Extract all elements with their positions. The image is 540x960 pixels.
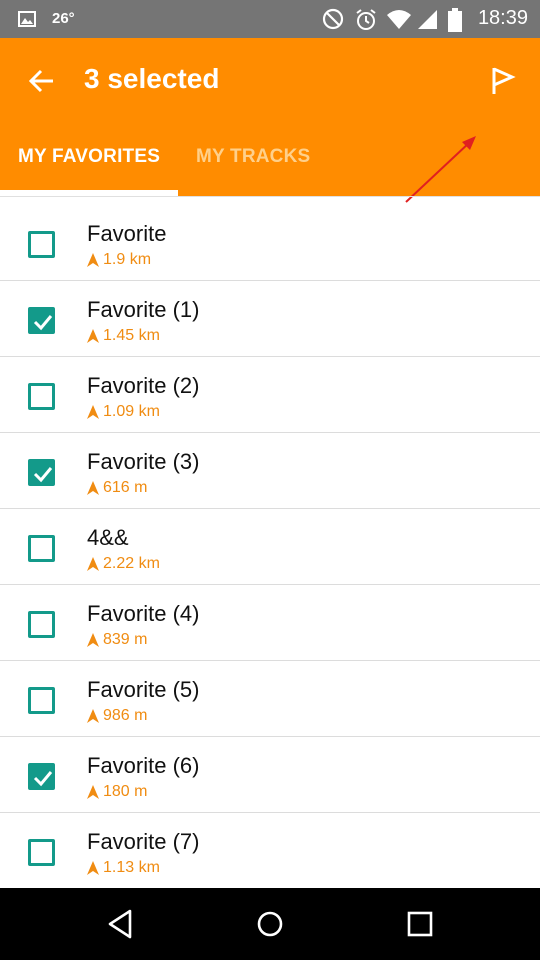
favorites-list[interactable]: Favorite 1.9 km Favorite (1) 1.45 km Favorit…	[0, 196, 540, 888]
distance-value: 1.45 km	[103, 327, 160, 344]
checkbox[interactable]	[28, 763, 55, 790]
list-item[interactable]: Favorite (4) 839 m	[0, 585, 540, 661]
checkmark-icon	[33, 771, 53, 787]
checkbox[interactable]	[28, 611, 55, 638]
direction-icon	[87, 861, 99, 875]
favorite-name: Favorite (2)	[87, 373, 200, 398]
favorite-name: Favorite (5)	[87, 677, 200, 702]
checkbox[interactable]	[28, 307, 55, 334]
signal-icon	[416, 8, 438, 35]
direction-icon	[87, 785, 99, 799]
favorite-distance: 2.22 km	[87, 555, 160, 573]
favorite-name: Favorite (6)	[87, 753, 200, 778]
distance-value: 2.22 km	[103, 555, 160, 572]
back-arrow-icon[interactable]	[26, 65, 58, 97]
alarm-icon	[354, 8, 378, 37]
checkmark-icon	[33, 315, 53, 331]
list-item[interactable]: Favorite (2) 1.09 km	[0, 357, 540, 433]
list-item[interactable]: Favorite (6) 180 m	[0, 737, 540, 813]
checkbox[interactable]	[28, 459, 55, 486]
direction-icon	[87, 405, 99, 419]
favorite-name: 4&&	[87, 525, 129, 550]
direction-icon	[87, 253, 99, 267]
list-item[interactable]: Favorite (1) 1.45 km	[0, 281, 540, 357]
favorite-name: Favorite (7)	[87, 829, 200, 854]
tab-my-tracks[interactable]: MY TRACKS	[196, 146, 310, 168]
favorite-distance: 180 m	[87, 783, 147, 801]
temperature: 26°	[52, 10, 75, 27]
direction-icon	[87, 329, 99, 343]
clock: 18:39	[477, 7, 528, 29]
checkbox[interactable]	[28, 231, 55, 258]
nav-recents-icon[interactable]	[406, 908, 434, 945]
distance-value: 1.13 km	[103, 859, 160, 876]
wifi-icon	[386, 8, 412, 35]
list-item[interactable]: Favorite (7) 1.13 km	[0, 813, 540, 888]
list-item[interactable]: Favorite (3) 616 m	[0, 433, 540, 509]
gallery-icon	[18, 11, 36, 32]
favorite-distance: 986 m	[87, 707, 147, 725]
favorite-name: Favorite (1)	[87, 297, 200, 322]
checkmark-icon	[33, 467, 53, 483]
dnd-icon	[322, 8, 344, 35]
favorite-name: Favorite	[87, 221, 167, 246]
status-bar: 26° 18:39	[0, 0, 540, 38]
favorite-name: Favorite (4)	[87, 601, 200, 626]
navigation-bar	[0, 888, 540, 960]
checkbox[interactable]	[28, 687, 55, 714]
selection-title: 3 selected	[84, 63, 220, 94]
direction-icon	[87, 481, 99, 495]
distance-value: 986 m	[103, 707, 148, 724]
nav-home-icon[interactable]	[256, 908, 284, 945]
list-item[interactable]: Favorite 1.9 km	[0, 197, 540, 281]
list-item[interactable]: Favorite (5) 986 m	[0, 661, 540, 737]
list-item[interactable]: 4&& 2.22 km	[0, 509, 540, 585]
direction-icon	[87, 633, 99, 647]
checkbox[interactable]	[28, 535, 55, 562]
nav-back-icon[interactable]	[106, 908, 134, 945]
flag-icon[interactable]	[488, 65, 518, 97]
favorite-distance: 1.9 km	[87, 251, 151, 269]
favorite-distance: 616 m	[87, 479, 147, 497]
battery-icon	[448, 8, 462, 37]
distance-value: 1.9 km	[103, 251, 152, 268]
favorite-distance: 839 m	[87, 631, 147, 649]
checkbox[interactable]	[28, 839, 55, 866]
favorite-distance: 1.45 km	[87, 327, 160, 345]
distance-value: 839 m	[103, 631, 148, 648]
tab-my-favorites[interactable]: MY FAVORITES	[18, 146, 160, 168]
direction-icon	[87, 709, 99, 723]
checkbox[interactable]	[28, 383, 55, 410]
direction-icon	[87, 557, 99, 571]
favorite-distance: 1.09 km	[87, 403, 160, 421]
distance-value: 180 m	[103, 783, 148, 800]
app-bar: 3 selected MY FAVORITES MY TRACKS	[0, 38, 540, 203]
distance-value: 616 m	[103, 479, 148, 496]
favorite-distance: 1.13 km	[87, 859, 160, 877]
favorite-name: Favorite (3)	[87, 449, 200, 474]
distance-value: 1.09 km	[103, 403, 160, 420]
